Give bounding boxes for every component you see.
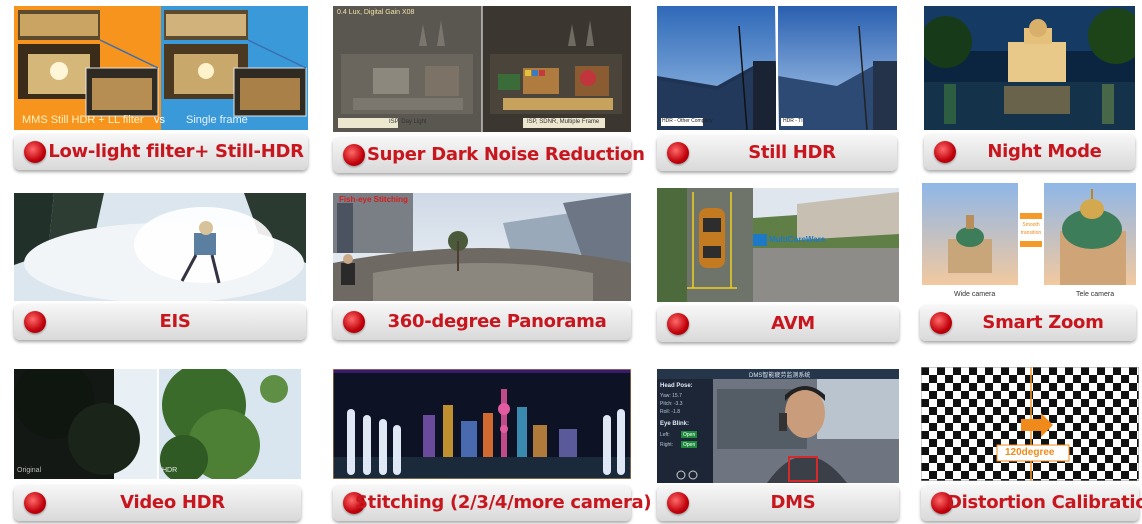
bullet-dot-icon xyxy=(24,311,46,333)
tile-label: 360-degree Panorama xyxy=(387,311,607,332)
bullet-dot-icon xyxy=(343,144,365,166)
dms-pitch-caption: Pitch: -3.3 xyxy=(660,401,683,407)
tile-stitching[interactable]: Stitching (2/3/4/more camera) xyxy=(333,369,652,521)
lowlight-left-caption: MMS Still HDR + LL filter xyxy=(22,114,144,126)
still-hdr-left-caption: HDR - Other Company xyxy=(662,118,713,124)
tile-label: Low-light filter+ Still-HDR xyxy=(48,141,304,162)
dms-eye-left-status: Open xyxy=(683,432,696,438)
stitching-label-bar[interactable]: Stitching (2/3/4/more camera) xyxy=(333,485,652,521)
distortion-angle-caption: 120degree xyxy=(1005,447,1055,458)
distortion-label-bar[interactable]: Distortion Calibration xyxy=(921,485,1142,521)
panorama-title-caption: Fish-eye Stitching xyxy=(339,195,408,204)
bullet-dot-icon xyxy=(934,141,956,163)
video-hdr-left-caption: Original xyxy=(17,467,42,474)
distortion-image: 120degree xyxy=(921,367,1139,481)
tile-video-hdr[interactable]: Original HDR Video HDR xyxy=(14,369,301,521)
dms-roll-caption: Roll: -1.8 xyxy=(660,409,681,415)
tile-smart-zoom[interactable]: Smooth transition Wide camera Tele camer… xyxy=(920,183,1136,343)
dark-noise-top-caption: 0.4 Lux, Digital Gain X08 xyxy=(337,9,415,16)
tile-eis[interactable]: EIS xyxy=(14,193,306,345)
dark-noise-label-bar[interactable]: Super Dark Noise Reduction xyxy=(333,137,645,173)
avm-label-bar[interactable]: AVM xyxy=(657,306,899,342)
bullet-dot-icon xyxy=(667,492,689,514)
dms-yaw-caption: Yaw: 15.7 xyxy=(660,393,682,399)
tile-still-hdr[interactable]: HDR - Other Company HDR - TI Still HDR xyxy=(657,6,897,171)
bullet-dot-icon xyxy=(24,141,46,163)
eis-image xyxy=(14,193,306,301)
dms-title-caption: DMS智能疲劳监测系统 xyxy=(749,373,811,379)
dms-eye-caption: Eye Blink: xyxy=(660,421,690,427)
avm-image: MultiCoreWare xyxy=(657,188,899,302)
tile-night-mode[interactable]: Night Mode xyxy=(924,6,1135,170)
bullet-dot-icon xyxy=(343,311,365,333)
dark-noise-left-caption: ISP, Day Light xyxy=(389,119,427,125)
tile-distortion[interactable]: 120degree Distortion Calibration xyxy=(921,367,1142,521)
dms-image: DMS智能疲劳监测系统 Head Pose: Yaw: 15.7 Pitch: … xyxy=(657,369,899,483)
tile-dms[interactable]: DMS智能疲劳监测系统 Head Pose: Yaw: 15.7 Pitch: … xyxy=(657,369,899,521)
dms-label-bar[interactable]: DMS xyxy=(657,485,899,521)
dark-noise-right-caption: ISP, SDNR, Multiple Frame xyxy=(527,119,600,125)
tile-label: EIS xyxy=(159,311,191,332)
video-hdr-right-caption: HDR xyxy=(162,467,178,474)
night-mode-image xyxy=(924,6,1135,130)
bullet-dot-icon xyxy=(667,313,689,335)
tile-label: AVM xyxy=(771,313,815,334)
tile-label: Stitching (2/3/4/more camera) xyxy=(355,492,652,513)
lowlight-hdr-label-bar[interactable]: Low-light filter+ Still-HDR xyxy=(14,134,308,170)
video-hdr-label-bar[interactable]: Video HDR xyxy=(14,485,301,521)
stitching-image xyxy=(333,369,631,479)
tile-dark-noise[interactable]: 0.4 Lux, Digital Gain X08 ISP, Day Light… xyxy=(333,6,645,173)
still-hdr-right-caption: HDR - TI xyxy=(783,118,803,124)
video-hdr-image: Original HDR xyxy=(14,369,301,479)
tile-label: DMS xyxy=(770,492,816,513)
bullet-dot-icon xyxy=(930,312,952,334)
tile-label: Still HDR xyxy=(748,142,836,163)
smart-zoom-label-bar[interactable]: Smart Zoom xyxy=(920,305,1136,341)
dms-eye-right-status: Open xyxy=(683,442,696,448)
lowlight-right-caption: Single frame xyxy=(186,114,248,126)
smart-zoom-image: Smooth transition Wide camera Tele camer… xyxy=(920,183,1136,303)
dark-noise-image: 0.4 Lux, Digital Gain X08 ISP, Day Light… xyxy=(333,6,631,132)
lowlight-hdr-image: MMS Still HDR + LL filter vs Single fram… xyxy=(14,6,308,130)
tile-lowlight-hdr[interactable]: MMS Still HDR + LL filter vs Single fram… xyxy=(14,6,308,170)
night-mode-label-bar[interactable]: Night Mode xyxy=(924,134,1135,170)
tile-avm[interactable]: MultiCoreWare AVM xyxy=(657,188,899,345)
tile-panorama[interactable]: Fish-eye Stitching 360-degree Panorama xyxy=(333,193,631,345)
tile-label: Super Dark Noise Reduction xyxy=(367,144,645,165)
tile-label: Distortion Calibration xyxy=(947,492,1142,513)
eis-label-bar[interactable]: EIS xyxy=(14,304,306,340)
tile-label: Smart Zoom xyxy=(982,312,1104,333)
bullet-dot-icon xyxy=(667,142,689,164)
lowlight-vs-caption: vs xyxy=(154,114,165,126)
tile-label: Video HDR xyxy=(120,492,225,513)
panorama-image: Fish-eye Stitching xyxy=(333,193,631,301)
dms-eye-left-caption: Left: xyxy=(660,432,670,438)
still-hdr-label-bar[interactable]: Still HDR xyxy=(657,135,897,171)
smart-zoom-left-caption: Wide camera xyxy=(954,291,996,298)
panorama-label-bar[interactable]: 360-degree Panorama xyxy=(333,304,631,340)
tile-label: Night Mode xyxy=(987,141,1102,162)
smart-zoom-right-caption: Tele camera xyxy=(1076,291,1115,298)
dms-head-caption: Head Pose: xyxy=(660,383,693,389)
smart-zoom-middle-caption: Smooth transition xyxy=(1020,222,1042,236)
bullet-dot-icon xyxy=(24,492,46,514)
dms-eye-right-caption: Right: xyxy=(660,442,674,448)
still-hdr-image: HDR - Other Company HDR - TI xyxy=(657,6,897,130)
avm-logo-caption: MultiCoreWare xyxy=(769,235,826,244)
